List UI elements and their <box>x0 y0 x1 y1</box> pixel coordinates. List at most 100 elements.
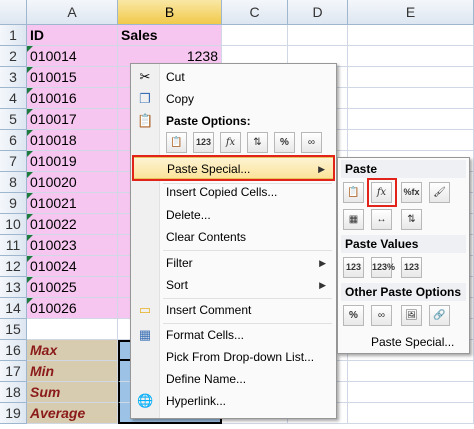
cell-a11[interactable]: 010023 <box>27 235 118 256</box>
cell-a6[interactable]: 010018 <box>27 130 118 151</box>
paste-keep-source-formatting-icon[interactable]: 🖌 <box>429 182 450 203</box>
cell-a7[interactable]: 010019 <box>27 151 118 172</box>
row-header[interactable]: 9 <box>0 193 27 214</box>
error-indicator-icon <box>27 130 33 136</box>
menu-item-format-cells[interactable]: ▦ Format Cells... <box>133 324 334 346</box>
row-header[interactable]: 8 <box>0 172 27 193</box>
error-indicator-icon <box>27 67 33 73</box>
cell-a12[interactable]: 010024 <box>27 256 118 277</box>
row-header[interactable]: 15 <box>0 319 27 340</box>
paste-all-icon[interactable]: 📋 <box>343 182 364 203</box>
cell-a3[interactable]: 010015 <box>27 67 118 88</box>
paste-icon[interactable]: 📋 <box>166 132 187 153</box>
menu-item-label: Cut <box>166 70 185 84</box>
error-indicator-icon <box>27 109 33 115</box>
paste-formulas-fx-icon[interactable]: fx <box>220 132 241 153</box>
cell-a1[interactable]: ID <box>27 25 118 46</box>
paste-values-source-formatting-icon[interactable]: 123 <box>401 257 422 278</box>
menu-item-pick-from-list[interactable]: Pick From Drop-down List... <box>133 346 334 368</box>
paste-formatting-percent-icon[interactable]: % <box>274 132 295 153</box>
column-header-e[interactable]: E <box>348 0 474 25</box>
paste-formulas-number-format-icon[interactable]: %fx <box>401 182 422 203</box>
paste-formatting-percent-icon[interactable]: % <box>343 305 364 326</box>
row-header[interactable]: 1 <box>0 25 27 46</box>
row-header[interactable]: 4 <box>0 88 27 109</box>
row-header[interactable]: 17 <box>0 361 27 382</box>
scissors-icon: ✂ <box>139 69 151 84</box>
column-header-c[interactable]: C <box>222 0 288 25</box>
cell-a15[interactable] <box>27 319 118 340</box>
column-header-a[interactable]: A <box>27 0 118 25</box>
row-header[interactable]: 13 <box>0 277 27 298</box>
row-header[interactable]: 6 <box>0 130 27 151</box>
paste-picture-icon[interactable]: 🖼 <box>401 305 422 326</box>
menu-item-label: Insert Copied Cells... <box>166 185 278 199</box>
error-indicator-icon <box>27 172 33 178</box>
row-header[interactable]: 10 <box>0 214 27 235</box>
cell-a5[interactable]: 010017 <box>27 109 118 130</box>
menu-item-label: Pick From Drop-down List... <box>166 350 315 364</box>
cell-a16[interactable]: Max <box>27 340 118 361</box>
menu-item-sort[interactable]: Sort ▶ <box>133 274 334 296</box>
row-header[interactable]: 3 <box>0 67 27 88</box>
format-cells-icon: ▦ <box>138 327 152 342</box>
paste-values-number-format-icon[interactable]: 123% <box>371 257 395 278</box>
menu-item-clear-contents[interactable]: Clear Contents <box>133 226 334 248</box>
cell-a10[interactable]: 010022 <box>27 214 118 235</box>
cell-a17[interactable]: Min <box>27 361 118 382</box>
paste-keep-column-widths-icon[interactable]: ↔ <box>371 209 392 230</box>
error-indicator-icon <box>27 46 33 52</box>
row-header[interactable]: 12 <box>0 256 27 277</box>
row-header[interactable]: 11 <box>0 235 27 256</box>
paste-no-borders-icon[interactable]: ▦ <box>343 209 364 230</box>
paste-values-123-icon[interactable]: 123 <box>343 257 364 278</box>
paste-transpose-icon[interactable]: ⇅ <box>401 209 422 230</box>
cell-a14[interactable]: 010026 <box>27 298 118 319</box>
menu-item-label: Filter <box>166 256 193 270</box>
error-indicator-icon <box>27 214 33 220</box>
error-indicator-icon <box>27 88 33 94</box>
menu-item-label: Define Name... <box>166 372 247 386</box>
cell-a2[interactable]: 010014 <box>27 46 118 67</box>
error-indicator-icon <box>27 298 33 304</box>
error-indicator-icon <box>27 256 33 262</box>
context-menu: ✂ Cut ❐ Copy 📋 Paste Options: 📋 123 fx ⇅… <box>130 63 337 419</box>
cell-a19[interactable]: Average <box>27 403 118 424</box>
menu-item-insert-comment[interactable]: ▭ Insert Comment <box>133 299 334 321</box>
menu-item-delete[interactable]: Delete... <box>133 204 334 226</box>
menu-item-label: Copy <box>166 92 195 106</box>
menu-item-hyperlink[interactable]: 🌐 Hyperlink... <box>133 390 334 412</box>
clipboard-icon: 📋 <box>137 113 154 128</box>
cell-a13[interactable]: 010025 <box>27 277 118 298</box>
paste-values-123-icon[interactable]: 123 <box>193 132 214 153</box>
row-header[interactable]: 18 <box>0 382 27 403</box>
column-header-d[interactable]: D <box>288 0 348 25</box>
row-header[interactable]: 5 <box>0 109 27 130</box>
select-all-corner[interactable] <box>0 0 27 25</box>
cell-a4[interactable]: 010016 <box>27 88 118 109</box>
cell-b1[interactable]: Sales <box>118 25 222 46</box>
menu-item-copy[interactable]: ❐ Copy <box>133 88 334 110</box>
submenu-item-paste-special[interactable]: Paste Special... <box>338 331 469 353</box>
menu-item-define-name[interactable]: Define Name... <box>133 368 334 390</box>
paste-link-icon[interactable]: ∞ <box>371 305 392 326</box>
row-header[interactable]: 16 <box>0 340 27 361</box>
paste-transpose-icon[interactable]: ⇅ <box>247 132 268 153</box>
menu-item-label: Clear Contents <box>166 230 247 244</box>
row-header[interactable]: 7 <box>0 151 27 172</box>
paste-linked-picture-icon[interactable]: 🔗 <box>429 305 450 326</box>
menu-item-filter[interactable]: Filter ▶ <box>133 252 334 274</box>
cell-a9[interactable]: 010021 <box>27 193 118 214</box>
row-header[interactable]: 14 <box>0 298 27 319</box>
submenu-arrow-icon: ▶ <box>319 280 326 290</box>
menu-item-insert-copied-cells[interactable]: Insert Copied Cells... <box>133 181 334 203</box>
row-header[interactable]: 19 <box>0 403 27 424</box>
menu-item-cut[interactable]: ✂ Cut <box>133 66 334 88</box>
menu-section-label: Paste Options: <box>166 114 251 128</box>
column-header-b[interactable]: B <box>118 0 222 25</box>
cell-a18[interactable]: Sum <box>27 382 118 403</box>
cell-a8[interactable]: 010020 <box>27 172 118 193</box>
row-header[interactable]: 2 <box>0 46 27 67</box>
paste-link-icon[interactable]: ∞ <box>301 132 322 153</box>
copy-icon: ❐ <box>139 91 151 106</box>
